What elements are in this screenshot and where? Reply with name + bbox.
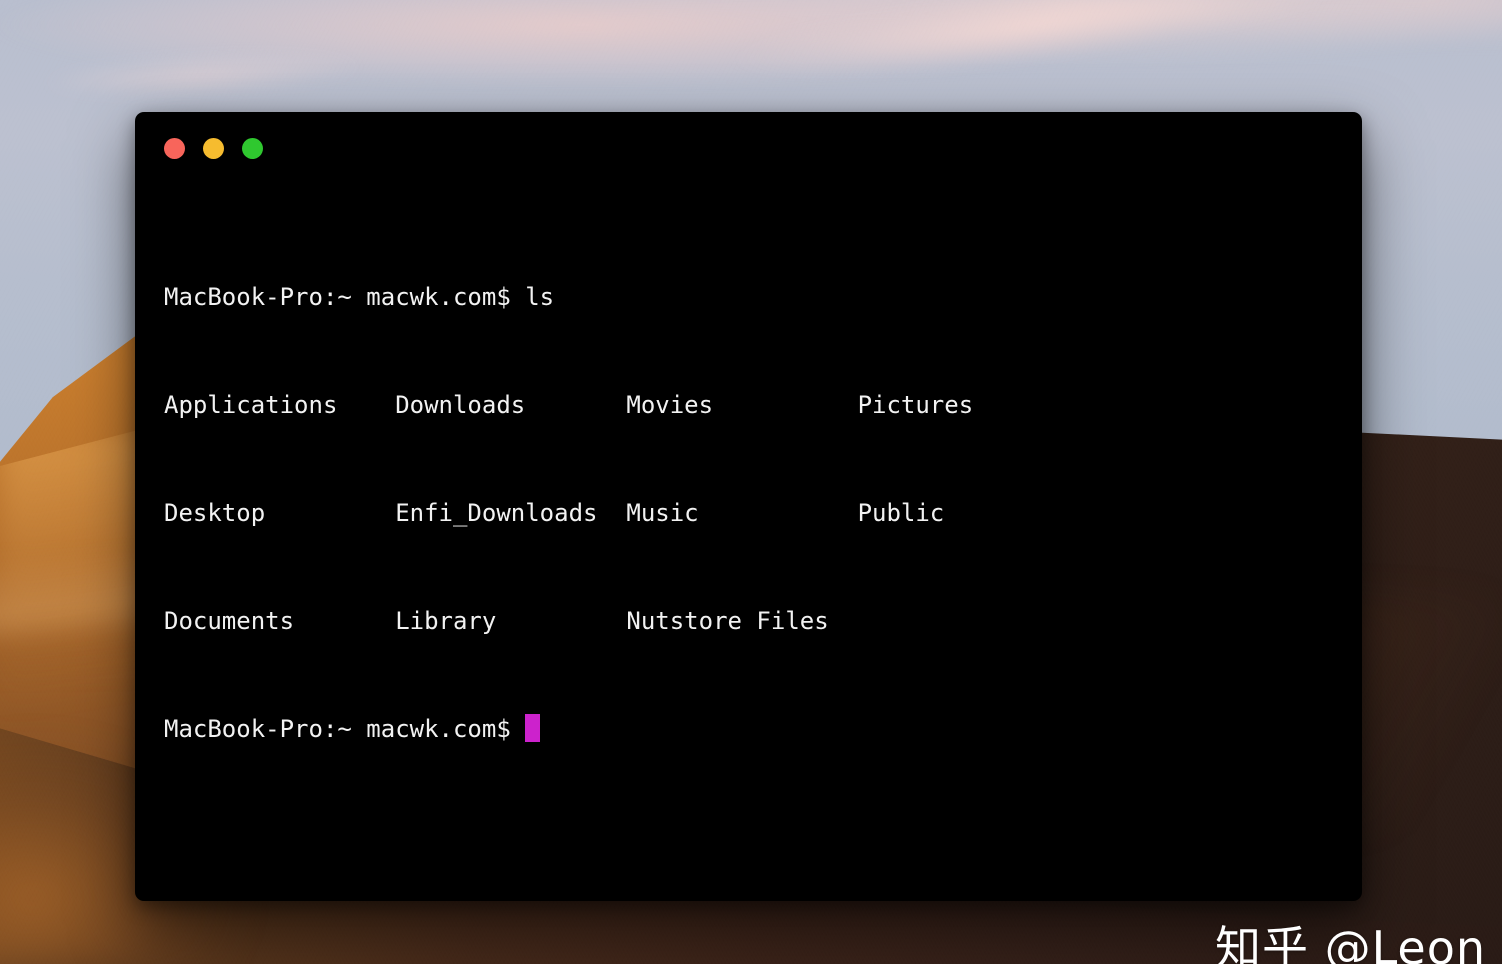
terminal-line-command: MacBook-Pro:~ macwk.com$ ls [164, 283, 555, 311]
shell-prompt: MacBook-Pro:~ macwk.com$ [164, 715, 526, 743]
terminal-line-listing-1: Applications Downloads Movies Pictures [164, 391, 974, 419]
terminal-line-listing-3: Documents Library Nutstore Files [164, 607, 829, 635]
zoom-window-button[interactable] [242, 138, 263, 159]
desktop-screen: MacBook-Pro:~ macwk.com$ ls Applications… [0, 0, 1502, 964]
window-controls [164, 138, 263, 159]
terminal-line-listing-2: Desktop Enfi_Downloads Music Public [164, 499, 945, 527]
minimize-window-button[interactable] [203, 138, 224, 159]
terminal-output-area[interactable]: MacBook-Pro:~ macwk.com$ ls Applications… [164, 207, 1352, 893]
terminal-window[interactable]: MacBook-Pro:~ macwk.com$ ls Applications… [135, 112, 1362, 901]
close-window-button[interactable] [164, 138, 185, 159]
text-cursor [525, 714, 541, 742]
terminal-line-prompt-active: MacBook-Pro:~ macwk.com$ [164, 711, 1352, 747]
